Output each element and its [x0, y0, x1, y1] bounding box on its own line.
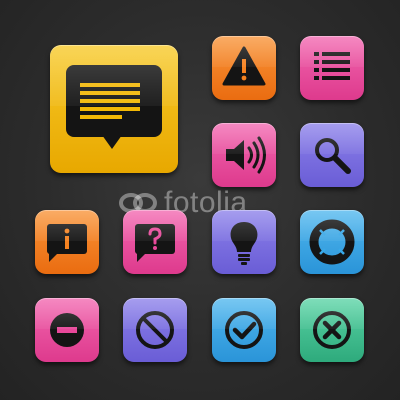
speech-bubble-text-tile[interactable]	[50, 45, 178, 173]
question-bubble-tile[interactable]	[123, 210, 187, 274]
lifebuoy-icon	[309, 219, 355, 265]
close-circle-tile[interactable]	[300, 298, 364, 362]
speaker-volume-icon	[226, 136, 266, 174]
warning-tile[interactable]	[212, 36, 276, 100]
minus-circle-icon	[50, 313, 84, 347]
lightbulb-icon	[230, 222, 258, 265]
minus-circle-tile[interactable]	[35, 298, 99, 362]
search-icon	[315, 138, 351, 174]
check-circle-tile[interactable]	[212, 298, 276, 362]
forbidden-tile[interactable]	[123, 298, 187, 362]
speech-bubble-text-icon	[66, 65, 162, 149]
search-tile[interactable]	[300, 123, 364, 187]
question-bubble-icon	[135, 224, 175, 262]
list-tile[interactable]	[300, 36, 364, 100]
info-bubble-tile[interactable]	[35, 210, 99, 274]
forbidden-icon	[136, 311, 174, 349]
speaker-volume-tile[interactable]	[212, 123, 276, 187]
close-circle-icon	[313, 311, 351, 349]
list-icon	[314, 52, 350, 80]
lifebuoy-tile[interactable]	[300, 210, 364, 274]
info-bubble-icon	[47, 224, 87, 262]
check-circle-icon	[225, 311, 263, 349]
warning-icon	[222, 46, 266, 86]
lightbulb-tile[interactable]	[212, 210, 276, 274]
